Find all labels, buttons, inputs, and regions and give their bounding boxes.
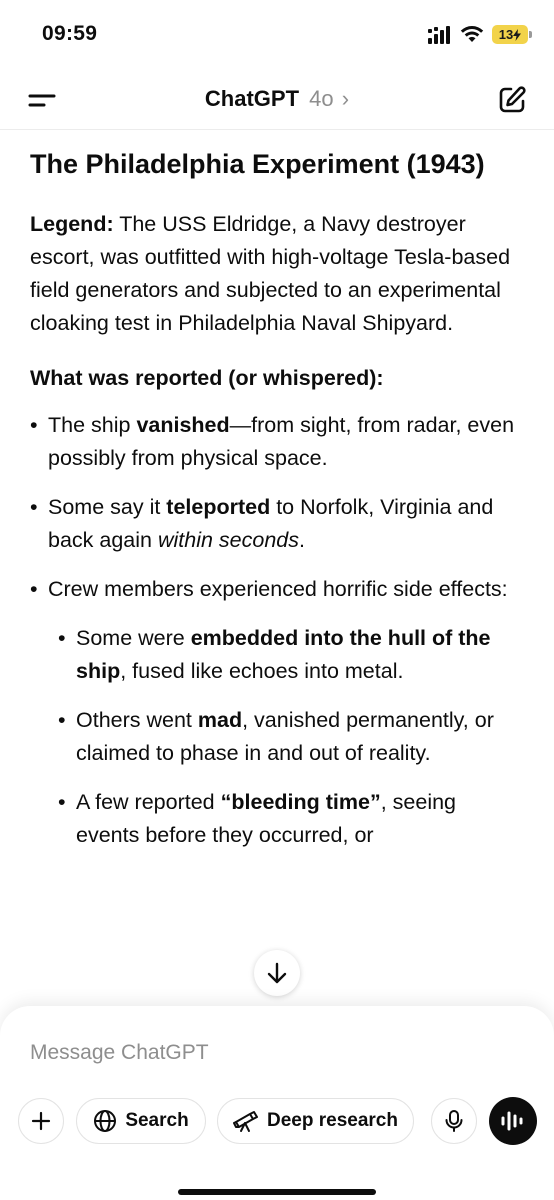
- list-item: Some say it teleported to Norfolk, Virgi…: [30, 491, 524, 557]
- message-input[interactable]: [30, 1036, 520, 1070]
- composer: Search Deep research: [0, 1006, 554, 1200]
- section-heading: What was reported (or whispered):: [30, 366, 384, 390]
- model-selector[interactable]: ChatGPT 4o ›: [0, 86, 554, 112]
- list-item-text: .: [299, 528, 305, 552]
- dictate-button[interactable]: [431, 1098, 477, 1144]
- battery-level: 13: [498, 27, 514, 42]
- message-heading: The Philadelphia Experiment (1943): [30, 149, 485, 179]
- list-item: Crew members experienced horrific side e…: [30, 573, 524, 852]
- list-item-italic: within seconds: [157, 528, 299, 552]
- list-item-text: Crew members experienced horrific side e…: [48, 577, 508, 601]
- new-chat-icon[interactable]: [496, 84, 528, 116]
- sub-list-item: A few reported “bleeding time”, seeing e…: [48, 786, 524, 852]
- list-item-emphasis: mad: [197, 708, 243, 732]
- list-item-text: Others went: [76, 708, 198, 732]
- status-bar: 09:59 13: [0, 0, 554, 70]
- arrow-down-icon: [267, 962, 287, 984]
- chevron-right-icon: ›: [341, 86, 350, 111]
- voice-waveform-icon: [501, 1111, 523, 1131]
- telescope-icon: [233, 1111, 259, 1132]
- search-button-label: Search: [125, 1110, 189, 1131]
- assistant-message: The Philadelphia Experiment (1943) Legen…: [0, 130, 554, 1010]
- plus-icon: [31, 1111, 51, 1131]
- app-header: ChatGPT 4o ›: [0, 70, 554, 130]
- app-title: ChatGPT: [204, 86, 300, 111]
- reported-list: The ship vanished—from sight, from radar…: [30, 409, 524, 852]
- sub-list-item: Others went mad, vanished permanently, o…: [48, 704, 524, 770]
- list-item-emphasis: vanished: [136, 413, 230, 437]
- battery-indicator: 13: [492, 25, 528, 44]
- legend-paragraph: Legend: The USS Eldridge, a Navy destroy…: [30, 208, 524, 340]
- scroll-to-bottom-button[interactable]: [254, 950, 300, 996]
- charging-bolt-icon: [513, 28, 522, 41]
- list-item: The ship vanished—from sight, from radar…: [30, 409, 524, 475]
- legend-label: Legend:: [30, 212, 114, 236]
- globe-icon: [94, 1110, 117, 1132]
- wifi-icon: [460, 26, 484, 42]
- voice-mode-button[interactable]: [489, 1097, 537, 1145]
- list-item-text: The ship: [48, 413, 137, 437]
- model-name: 4o: [309, 86, 334, 111]
- deep-research-label: Deep research: [267, 1110, 398, 1131]
- list-item-text: Some say it: [48, 495, 167, 519]
- list-item-emphasis: “bleeding time”: [220, 790, 381, 814]
- status-time: 09:59: [42, 22, 98, 45]
- search-button[interactable]: Search: [76, 1098, 206, 1144]
- list-item-text: Some were: [76, 626, 191, 650]
- cellular-signal-icon: [428, 26, 450, 44]
- list-item-emphasis: teleported: [166, 495, 271, 519]
- deep-research-button[interactable]: Deep research: [217, 1098, 414, 1144]
- battery-tip: [529, 31, 532, 38]
- home-indicator[interactable]: [178, 1189, 376, 1195]
- list-item-text: A few reported: [76, 790, 221, 814]
- sub-list-item: Some were embedded into the hull of the …: [48, 622, 524, 688]
- side-effects-list: Some were embedded into the hull of the …: [48, 622, 524, 852]
- attach-button[interactable]: [18, 1098, 64, 1144]
- microphone-icon: [445, 1110, 463, 1132]
- list-item-text: , fused like echoes into metal.: [120, 659, 404, 683]
